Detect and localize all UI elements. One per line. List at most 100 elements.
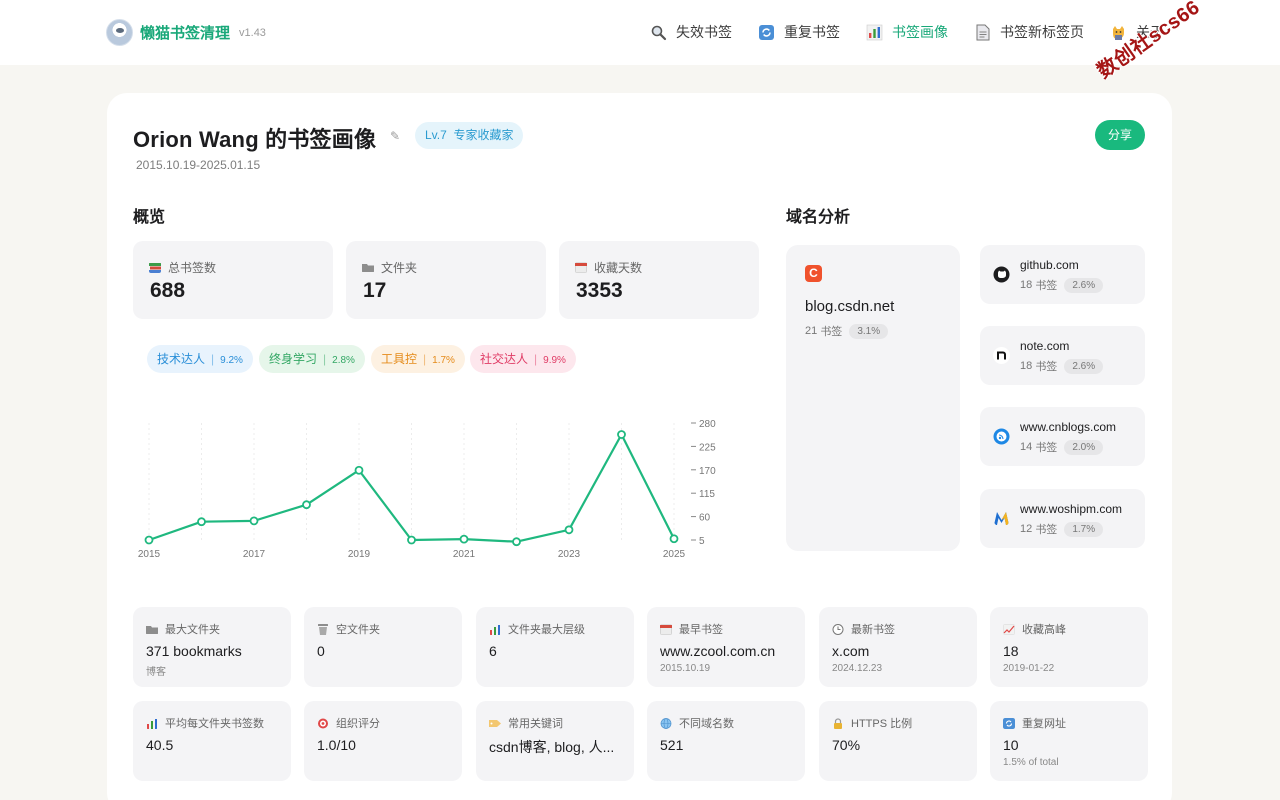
domain-card-cnblogs[interactable]: www.cnblogs.com 14 书签 2.0% <box>980 407 1145 466</box>
tile-value: 371 bookmarks <box>146 643 242 659</box>
bookmarks-per-year-chart: 280 225 170 115 60 5 2015 2017 2019 2021 2023 2025 <box>138 419 716 560</box>
nav-invalid-bookmarks[interactable]: 失效书签 <box>650 22 732 42</box>
data-point <box>144 535 154 545</box>
tile-label: 最新书签 <box>851 624 895 636</box>
tile-label-row: 最早书签 <box>660 621 723 637</box>
domain-percent: 1.7% <box>1064 521 1104 537</box>
tile-largest-folder: 最大文件夹 371 bookmarks 博客 <box>133 607 291 687</box>
x-tick-label: 2017 <box>243 549 266 560</box>
page-title: Orion Wang 的书签画像 <box>133 127 377 152</box>
calendar-icon <box>660 624 672 635</box>
tile-label: 最早书签 <box>679 624 723 636</box>
clock-icon <box>832 623 844 635</box>
tile-label-row: 组织评分 <box>317 715 380 731</box>
target-icon <box>318 718 328 728</box>
nav-bookmark-profile[interactable]: 书签画像 <box>866 22 948 42</box>
tag-tech-expert[interactable]: 技术达人 | 9.2% <box>147 345 253 373</box>
data-point <box>354 465 364 475</box>
domain-card-top[interactable]: C blog.csdn.net 21 书签 3.1% <box>786 245 960 551</box>
domain-unit: 书签 <box>1035 442 1058 454</box>
tile-value: x.com <box>832 643 870 659</box>
tile-value: 1.0/10 <box>317 737 356 753</box>
data-point <box>512 537 521 547</box>
tile-common-keywords: 常用关键词 csdn博客, blog, 人... <box>476 701 634 781</box>
data-point <box>249 516 259 526</box>
nav-label: 重复书签 <box>784 24 840 40</box>
tag-tool-lover[interactable]: 工具控 | 1.7% <box>371 345 465 373</box>
app-logo[interactable]: 懒猫书签清理 v1.43 <box>106 19 266 46</box>
folder-icon <box>146 625 158 634</box>
x-tick-label: 2023 <box>558 549 581 560</box>
page-icon <box>976 24 990 40</box>
github-icon <box>993 266 1010 283</box>
y-tick-label: 60 <box>699 513 711 524</box>
data-point <box>407 535 416 545</box>
domain-count: 18 <box>1020 279 1033 291</box>
tile-sub: 2015.10.19 <box>660 663 711 674</box>
x-tick-label: 2015 <box>138 549 161 560</box>
tile-value: 40.5 <box>146 737 174 753</box>
tile-label: 重复网址 <box>1022 718 1066 730</box>
tile-label-row: 最大文件夹 <box>146 621 220 637</box>
y-tick-label: 170 <box>699 466 716 477</box>
tag-lifelong-learner[interactable]: 终身学习 | 2.8% <box>259 345 365 373</box>
cat-logo-icon <box>106 19 133 46</box>
x-tick-label: 2019 <box>348 549 371 560</box>
nav-new-tab-page[interactable]: 书签新标签页 <box>974 22 1084 42</box>
tile-label: 空文件夹 <box>336 624 380 636</box>
calendar-icon <box>575 262 587 273</box>
stat-collect-days: 收藏天数 3353 <box>559 241 759 319</box>
domain-meta: 12 书签 1.7% <box>1020 521 1104 537</box>
domain-meta: 14 书签 2.0% <box>1020 439 1104 455</box>
domain-name: blog.csdn.net <box>805 298 895 315</box>
tile-label-row: 重复网址 <box>1003 715 1066 731</box>
app-version: v1.43 <box>239 26 266 39</box>
tile-value: 6 <box>489 643 497 659</box>
tag-icon <box>489 719 501 727</box>
tile-label-row: 不同域名数 <box>660 715 734 731</box>
stat-label-row: 总书签数 <box>149 259 216 276</box>
tile-label: 常用关键词 <box>508 718 563 730</box>
profile-card: Orion Wang 的书签画像 ✎ Lv.7 专家收藏家 2015.10.19… <box>107 93 1172 800</box>
level-name: 专家收藏家 <box>453 128 514 142</box>
top-nav-bar: 懒猫书签清理 v1.43 失效书签 重复书签 书签画像 书签新标签页 关于 <box>0 0 1280 65</box>
tile-earliest-bookmark: 最早书签 www.zcool.com.cn 2015.10.19 <box>647 607 805 687</box>
data-point <box>197 517 206 527</box>
domain-card-woshipm[interactable]: www.woshipm.com 12 书签 1.7% <box>980 489 1145 548</box>
share-button[interactable]: 分享 <box>1095 120 1145 150</box>
y-tick-label: 5 <box>699 536 705 547</box>
tile-value: 521 <box>660 737 684 753</box>
app-name: 懒猫书签清理 <box>140 25 231 42</box>
y-tick-label: 225 <box>699 442 716 453</box>
domain-meta: 21 书签 3.1% <box>805 323 889 339</box>
bar-chart-icon <box>866 24 883 40</box>
tile-label: 最大文件夹 <box>165 624 220 636</box>
stat-folders: 文件夹 17 <box>346 241 546 319</box>
tile-value: 70% <box>832 737 861 753</box>
domain-meta: 18 书签 2.6% <box>1020 277 1104 293</box>
main-nav: 失效书签 重复书签 书签画像 书签新标签页 关于 <box>624 22 1164 42</box>
data-point <box>459 534 469 544</box>
level-number: Lv.7 <box>425 128 447 142</box>
tile-label-row: 空文件夹 <box>317 621 380 637</box>
lock-icon <box>834 717 842 729</box>
domain-percent: 2.6% <box>1064 358 1104 374</box>
domain-card-note[interactable]: note.com 18 书签 2.6% <box>980 326 1145 385</box>
tile-max-folder-depth: 文件夹最大层级 6 <box>476 607 634 687</box>
magnifier-icon <box>651 25 667 40</box>
stat-total-bookmarks: 总书签数 688 <box>133 241 333 319</box>
tile-label-row: 平均每文件夹书签数 <box>146 715 264 731</box>
pencil-icon[interactable]: ✎ <box>390 129 400 143</box>
tag-label: 终身学习 <box>269 352 318 366</box>
tag-social-expert[interactable]: 社交达人 | 9.9% <box>470 345 576 373</box>
tile-https-ratio: HTTPS 比例 70% <box>819 701 977 781</box>
tag-percent: 1.7% <box>432 355 455 366</box>
domain-meta: 18 书签 2.6% <box>1020 358 1104 374</box>
domain-name: www.woshipm.com <box>1020 502 1123 516</box>
trend-icon <box>1003 623 1015 635</box>
nav-duplicate-bookmarks[interactable]: 重复书签 <box>758 22 840 42</box>
tile-value: csdn博客, blog, 人... <box>489 739 615 755</box>
tile-value: www.zcool.com.cn <box>660 643 776 659</box>
domain-unit: 书签 <box>1035 524 1058 536</box>
domain-card-github[interactable]: github.com 18 书签 2.6% <box>980 245 1145 304</box>
